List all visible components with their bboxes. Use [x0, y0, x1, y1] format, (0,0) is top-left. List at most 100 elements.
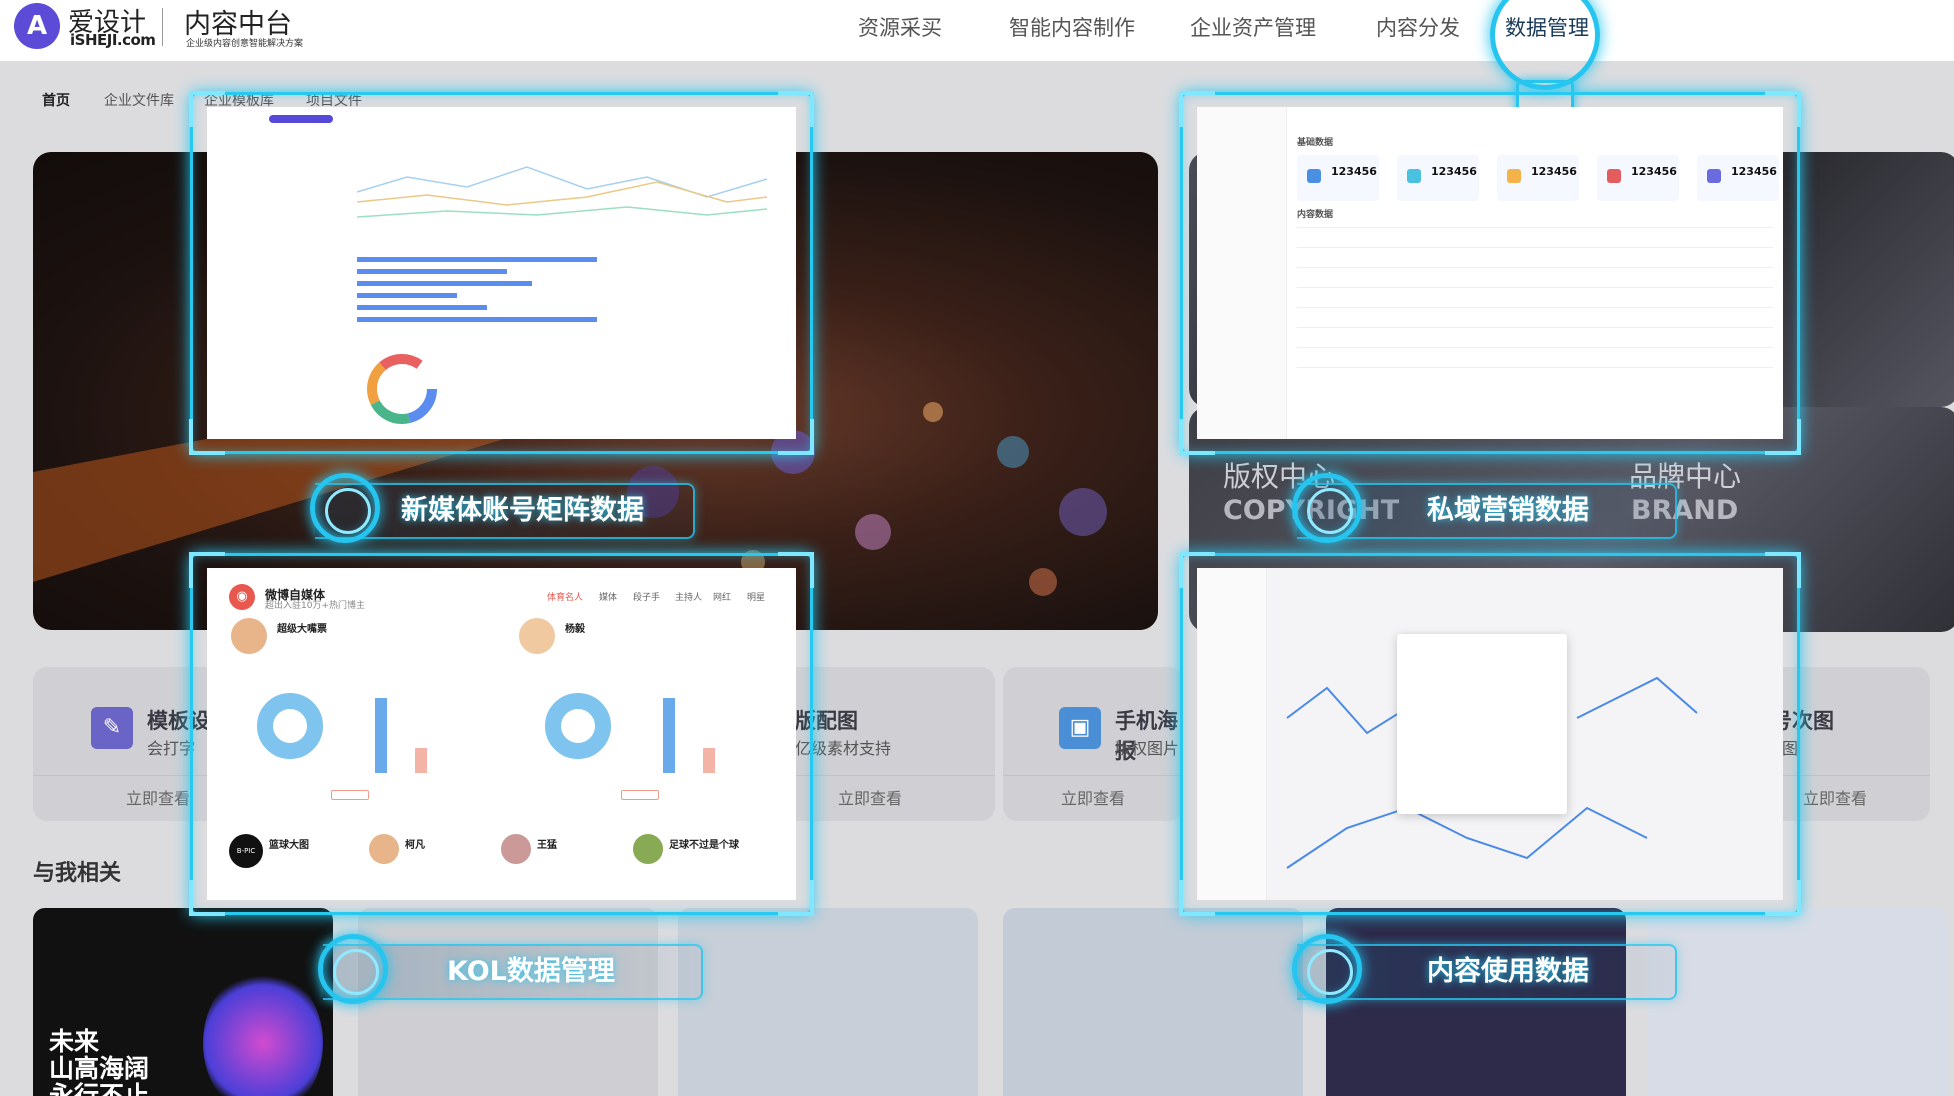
frame-corner: [1765, 880, 1801, 916]
breadcrumb-home[interactable]: 首页: [42, 90, 70, 110]
brand-logo-icon[interactable]: A: [14, 3, 60, 49]
overlay-frame-private-domain: 基础数据 123456 123456 123456 123456 123456 …: [1179, 91, 1801, 455]
table-row: [1297, 327, 1773, 328]
kol-tab-jokes[interactable]: 段子手: [633, 590, 660, 603]
kol-bar: [375, 698, 387, 773]
abstract-graphic: [203, 968, 323, 1096]
kol-subtitle: 超出入驻10万+热门博主: [265, 601, 365, 611]
overlay-frame-content-usage: [1179, 552, 1801, 916]
kpi-card: 123456: [1297, 155, 1379, 201]
table-row: [1297, 307, 1773, 308]
kpi-card: 123456: [1497, 155, 1579, 201]
private-domain-screenshot[interactable]: 基础数据 123456 123456 123456 123456 123456 …: [1197, 107, 1783, 439]
media-matrix-screenshot[interactable]: [207, 107, 796, 439]
related-heading: 与我相关: [33, 861, 122, 886]
related-card-2[interactable]: [358, 908, 658, 1096]
kol-donut-chart: [545, 693, 611, 759]
table-row: [1297, 267, 1773, 268]
mini-sidebar: [1197, 107, 1287, 439]
section-content-data: 内容数据: [1297, 210, 1334, 220]
kol-bar: [663, 698, 675, 773]
kol-tab-stars[interactable]: 明星: [747, 590, 765, 603]
kol-name: 柯凡: [405, 840, 425, 851]
feature-desc: 版权图片: [1115, 739, 1180, 758]
kol-tab-hosts[interactable]: 主持人: [675, 590, 702, 603]
nav-item-asset-management[interactable]: 企业资产管理: [1190, 12, 1316, 42]
overlay-frame-kol: ◉ 微博自媒体 超出入驻10万+热门博主 体育名人 媒体 段子手 主持人 网红 …: [189, 552, 814, 916]
frame-corner: [189, 880, 225, 916]
kol-name: 超级大嘴票: [277, 624, 327, 635]
kpi-icon: [1507, 169, 1521, 183]
kol-name: 杨毅: [565, 624, 585, 635]
view-report-button[interactable]: [621, 790, 659, 800]
related-card-1[interactable]: 未来 山高海阔 永行不止。: [33, 908, 333, 1096]
feature-desc: 会打字: [147, 739, 196, 758]
kol-bar: [415, 748, 427, 773]
template-icon: ✎: [91, 707, 133, 749]
kol-name: 王猛: [537, 840, 557, 851]
frame-corner: [1179, 880, 1215, 916]
frame-corner: [189, 552, 225, 588]
frame-corner: [778, 552, 814, 588]
kol-tab-influencers[interactable]: 网红: [713, 590, 731, 603]
frame-corner: [1765, 552, 1801, 588]
label-ring-icon: [1292, 473, 1362, 543]
table-row: [1297, 227, 1773, 228]
kol-tab-media[interactable]: 媒体: [599, 590, 617, 603]
table-row: [1297, 287, 1773, 288]
kpi-icon: [1607, 169, 1621, 183]
overlay-frame-media-matrix: [189, 91, 814, 455]
frame-corner: [189, 91, 225, 127]
frame-corner: [1765, 419, 1801, 455]
top-header: A 爱设计 iSHEJI.com 内容中台 企业级内容创意智能解决方案 资源采买…: [0, 0, 1954, 62]
frame-corner: [1765, 91, 1801, 127]
media-matrix-charts: [356, 166, 768, 424]
brand-divider: [162, 8, 163, 46]
kpi-card: 123456: [1597, 155, 1679, 201]
breadcrumb-enterprise-files[interactable]: 企业文件库: [104, 90, 174, 110]
related-card-6[interactable]: [1648, 908, 1948, 1096]
table-row: [1297, 347, 1773, 348]
weibo-icon: ◉: [229, 584, 255, 610]
kpi-icon: [1307, 169, 1321, 183]
frame-corner: [778, 419, 814, 455]
modal-dialog[interactable]: [1397, 634, 1567, 814]
frame-corner: [778, 880, 814, 916]
label-ring-icon: [310, 473, 380, 543]
related-card-line-2: 山高海阔: [49, 1054, 150, 1083]
frame-corner: [778, 91, 814, 127]
nav-item-smart-content[interactable]: 智能内容制作: [1009, 12, 1135, 42]
table-row: [1297, 367, 1773, 368]
platform-tagline: 企业级内容创意智能解决方案: [186, 39, 304, 49]
related-card-4[interactable]: [1003, 908, 1303, 1096]
kpi-card: 123456: [1397, 155, 1479, 201]
label-ring-icon: [318, 934, 388, 1004]
kol-donut-chart: [257, 693, 323, 759]
feature-card-poster[interactable]: ▣ 手机海报 版权图片 立即查看: [1003, 667, 1183, 821]
label-ring-icon: [1292, 934, 1362, 1004]
frame-corner: [1179, 552, 1215, 588]
kpi-icon: [1707, 169, 1721, 183]
avatar: [517, 616, 557, 656]
table-row: [1297, 247, 1773, 248]
section-basic-data: 基础数据: [1297, 138, 1334, 148]
related-card-5[interactable]: [1326, 908, 1626, 1096]
kpi-card: 123456: [1697, 155, 1779, 201]
frame-corner: [1179, 419, 1215, 455]
related-card-3[interactable]: [678, 908, 978, 1096]
avatar: [229, 616, 269, 656]
kol-tab-sports[interactable]: 体育名人: [547, 590, 583, 603]
view-report-button[interactable]: [331, 790, 369, 800]
frame-corner: [1179, 91, 1215, 127]
content-usage-screenshot[interactable]: [1197, 568, 1783, 900]
kpi-icon: [1407, 169, 1421, 183]
avatar: [367, 832, 401, 866]
related-card-line-1: 未来: [49, 1027, 100, 1056]
kol-screenshot[interactable]: ◉ 微博自媒体 超出入驻10万+热门博主 体育名人 媒体 段子手 主持人 网红 …: [207, 568, 796, 900]
nav-item-resource-purchase[interactable]: 资源采买: [858, 12, 942, 42]
nav-item-distribution[interactable]: 内容分发: [1376, 12, 1460, 42]
kol-bar: [703, 748, 715, 773]
bpic-avatar: B-PIC: [229, 834, 263, 868]
feature-view-link[interactable]: 立即查看: [1003, 775, 1183, 821]
image-icon: ▣: [1059, 707, 1101, 749]
